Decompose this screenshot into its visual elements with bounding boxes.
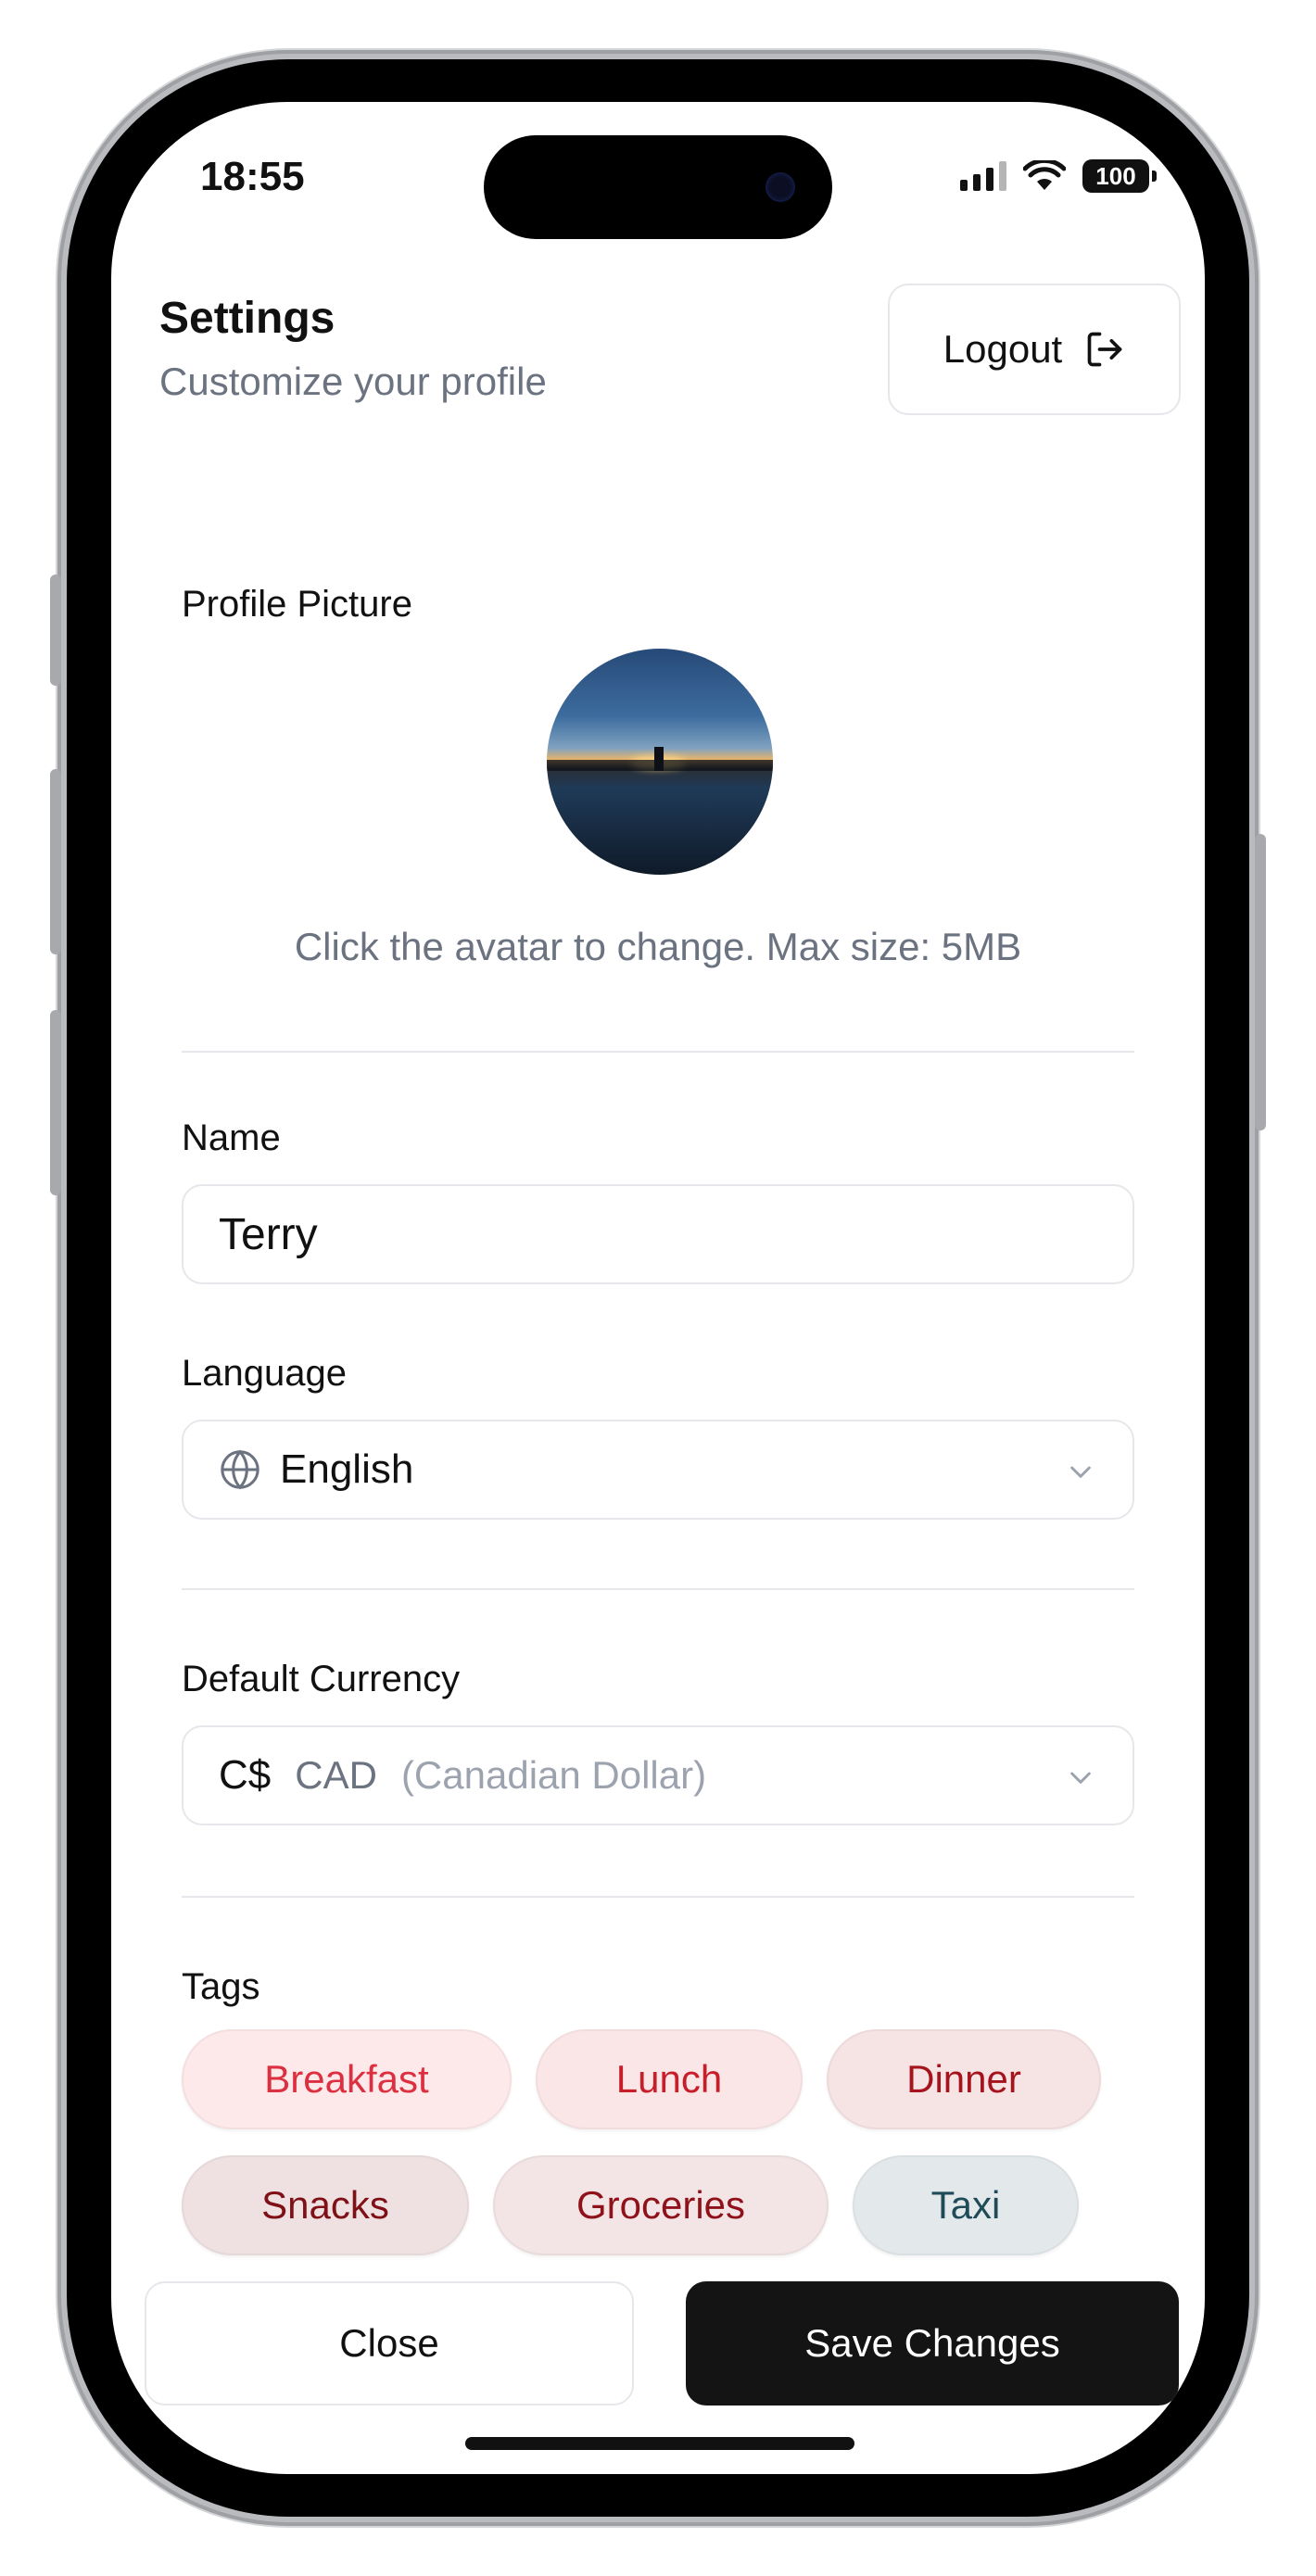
save-changes-button[interactable]: Save Changes (686, 2281, 1179, 2406)
avatar[interactable] (547, 649, 773, 875)
home-indicator[interactable] (465, 2437, 854, 2450)
tag-label: Taxi (930, 2183, 1001, 2227)
avatar-hint: Click the avatar to change. Max size: 5M… (294, 925, 1022, 968)
app-screen: 18:55 100 Settings Customize your profil… (111, 102, 1205, 2474)
power-button (1255, 834, 1266, 1130)
volume-down-button (50, 1010, 61, 1195)
tag-label: Groceries (576, 2183, 746, 2227)
cellular-signal-icon (960, 161, 1006, 191)
divider (182, 1896, 1134, 1898)
logout-icon (1087, 332, 1122, 367)
close-button[interactable]: Close (145, 2281, 634, 2406)
tag-label: Snacks (261, 2183, 389, 2227)
tags-label: Tags (182, 1966, 260, 2007)
currency-select[interactable]: C$ CAD (Canadian Dollar) (182, 1725, 1134, 1825)
volume-up-button (50, 769, 61, 954)
page-subtitle: Customize your profile (159, 360, 547, 403)
tag-chip[interactable]: Taxi (853, 2155, 1079, 2255)
dynamic-island (484, 135, 832, 239)
globe-icon (221, 1449, 259, 1490)
status-time: 18:55 (200, 154, 305, 199)
tag-chip[interactable]: Dinner (827, 2029, 1101, 2129)
tag-label: Lunch (615, 2057, 723, 2101)
chevron-down-icon (1070, 1466, 1091, 1478)
tag-chip[interactable]: Breakfast (182, 2029, 512, 2129)
status-icons: 100 (960, 158, 1157, 195)
camera-icon (766, 172, 795, 202)
language-value: English (280, 1446, 414, 1492)
wifi-icon (1023, 160, 1066, 190)
name-value: Terry (219, 1209, 318, 1259)
status-bar: 18:55 100 (111, 102, 1205, 241)
battery-icon: 100 (1082, 159, 1157, 193)
name-label: Name (182, 1118, 281, 1158)
tag-chip[interactable]: Snacks (182, 2155, 469, 2255)
currency-name: (Canadian Dollar) (400, 1753, 707, 1797)
tag-label: Dinner (906, 2057, 1021, 2101)
currency-label: Default Currency (182, 1659, 461, 1699)
tag-label: Breakfast (264, 2057, 429, 2101)
name-input[interactable]: Terry (182, 1184, 1134, 1284)
divider (182, 1051, 1134, 1053)
page-title: Settings (159, 294, 335, 343)
profile-picture-label: Profile Picture (182, 584, 412, 625)
action-button (50, 575, 61, 686)
logout-label: Logout (943, 327, 1063, 371)
currency-symbol: C$ (219, 1752, 272, 1798)
currency-code: CAD (295, 1753, 377, 1797)
tag-chip[interactable]: Groceries (493, 2155, 829, 2255)
chevron-down-icon (1070, 1772, 1091, 1784)
language-label: Language (182, 1353, 347, 1394)
divider (182, 1588, 1134, 1590)
tag-chip[interactable]: Lunch (536, 2029, 803, 2129)
language-select[interactable]: English (182, 1420, 1134, 1520)
logout-button[interactable]: Logout (888, 284, 1181, 415)
